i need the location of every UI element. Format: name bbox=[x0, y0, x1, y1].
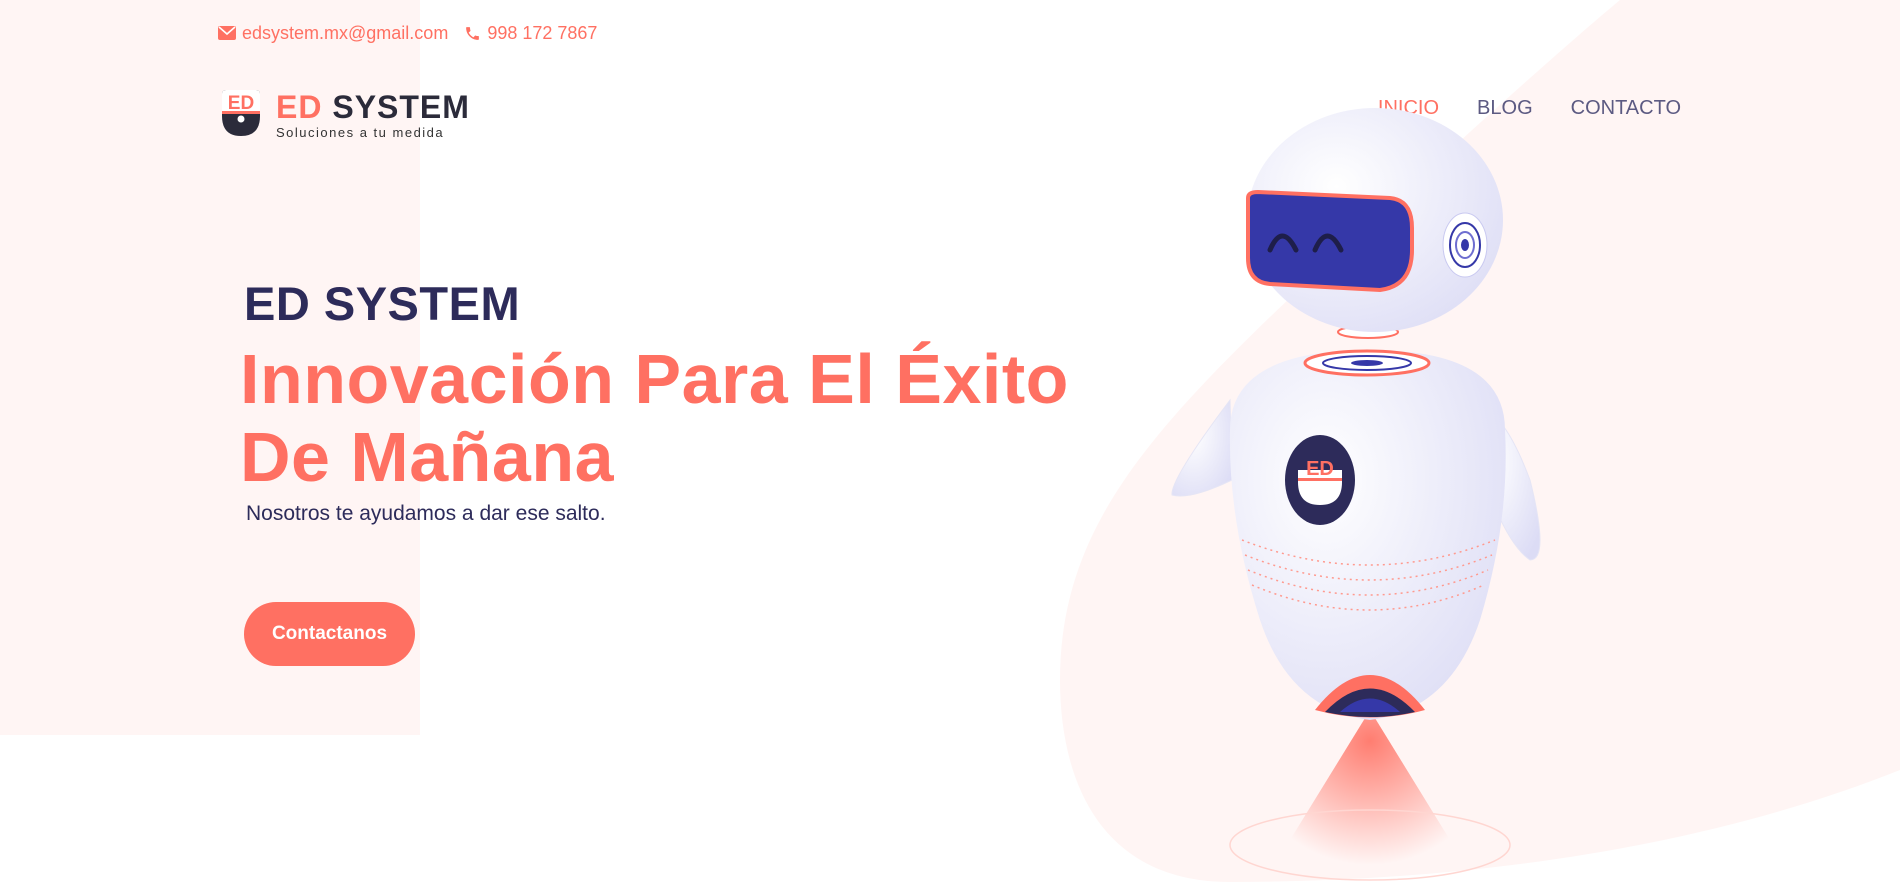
email-text: edsystem.mx@gmail.com bbox=[242, 22, 449, 43]
logo-name-system: SYSTEM bbox=[332, 89, 470, 125]
brand-logo[interactable]: ED ED SYSTEM Soluciones a tu medida bbox=[220, 88, 470, 143]
contact-cta-button[interactable]: Contactanos bbox=[244, 602, 415, 666]
logo-name-ed: ED bbox=[276, 89, 323, 125]
phone-icon bbox=[464, 25, 481, 42]
hero-title-line1: Innovación Para El Éxito bbox=[240, 340, 1069, 418]
robot-badge-text: ED bbox=[1306, 458, 1334, 480]
hero-title-line2: De Mañana bbox=[240, 418, 615, 496]
logo-text: ED SYSTEM Soluciones a tu medida bbox=[276, 91, 470, 140]
robot-left-arm bbox=[1171, 398, 1233, 497]
hero-title: Innovación Para El Éxito De Mañana bbox=[240, 340, 1120, 496]
envelope-icon bbox=[218, 26, 236, 40]
contact-topbar: edsystem.mx@gmail.com 998 172 7867 bbox=[218, 20, 597, 46]
hero-kicker: ED SYSTEM bbox=[244, 277, 521, 330]
robot-body bbox=[1229, 350, 1506, 720]
logo-mark-text: ED bbox=[228, 93, 254, 114]
robot-glow bbox=[1290, 710, 1450, 865]
phone-link[interactable]: 998 172 7867 bbox=[464, 23, 597, 44]
phone-text: 998 172 7867 bbox=[487, 22, 598, 43]
robot-illustration: ED bbox=[1171, 108, 1541, 881]
email-link[interactable]: edsystem.mx@gmail.com bbox=[218, 23, 448, 44]
hero-subtitle: Nosotros te ayudamos a dar ese salto. bbox=[246, 502, 606, 525]
logo-mark-icon: ED bbox=[220, 88, 262, 143]
logo-tagline: Soluciones a tu medida bbox=[276, 125, 445, 140]
